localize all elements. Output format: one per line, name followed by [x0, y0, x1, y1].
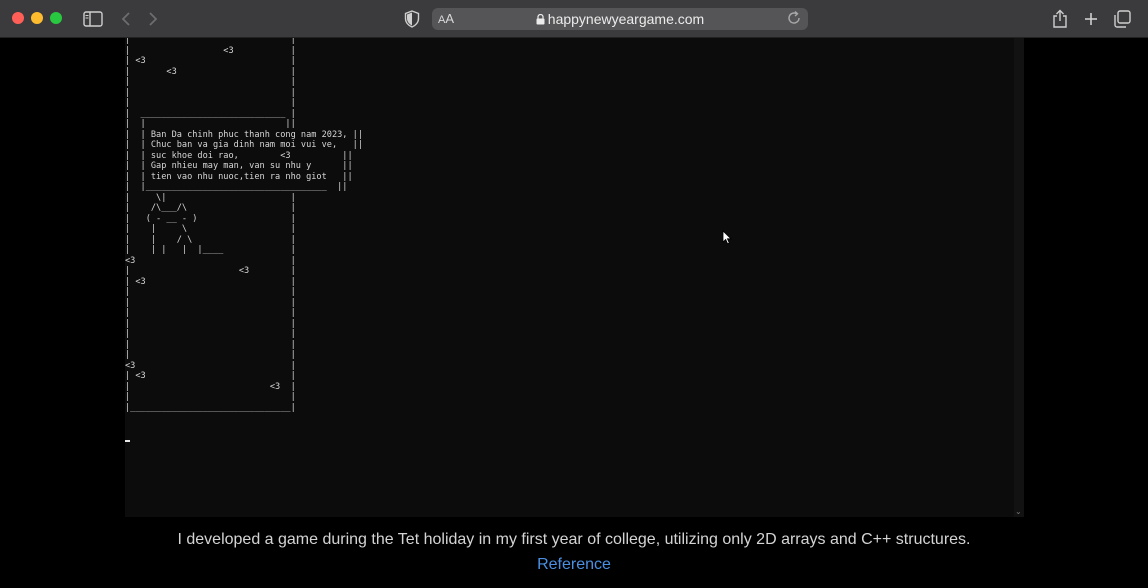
console-line: | <3 |	[125, 371, 296, 381]
console-line: | <3 |	[125, 56, 296, 66]
console-line: | |	[125, 98, 296, 108]
scroll-down-chevron-icon[interactable]: ⌄	[1015, 507, 1022, 517]
console-line: | |	[125, 318, 296, 329]
console-line: | <3 |	[125, 266, 296, 276]
console-line: | | suc khoe doi rao, <3 ||	[125, 150, 353, 161]
console-line: | |	[125, 329, 296, 339]
console-line: | <3 |	[125, 66, 296, 77]
ascii-art-display: | | | <3 | | <3 | | <3 | | | | | | | | _…	[125, 38, 363, 413]
zoom-window-button[interactable]	[50, 12, 62, 24]
console-line: | | Chuc ban va gia dinh nam moi vui ve,…	[125, 140, 363, 150]
console-line: | | | | |____ |	[125, 245, 296, 255]
project-description: I developed a game during the Tet holida…	[177, 531, 971, 548]
console-line: | /\___/\ |	[125, 203, 296, 213]
console-line: | <3 |	[125, 381, 296, 392]
console-scrollbar[interactable]: ⌄	[1014, 38, 1024, 517]
lock-icon	[536, 12, 545, 28]
console-line: | | tien vao nhu nuoc,tien ra nho giot |…	[125, 171, 353, 182]
console-line: | |	[125, 87, 296, 98]
console-line: | |	[125, 308, 296, 318]
tab-overview-icon[interactable]	[1112, 9, 1132, 29]
privacy-shield-icon[interactable]	[402, 9, 422, 29]
text-cursor	[125, 440, 130, 442]
console-line: | |	[125, 287, 296, 297]
console-line: | | ||	[125, 119, 296, 129]
console-line: | |	[125, 77, 296, 87]
console-line: | | \ |	[125, 224, 296, 234]
console-line: | ____________________________ |	[125, 108, 296, 119]
reload-icon[interactable]	[786, 10, 802, 31]
url-display: happynewyeargame.com	[432, 11, 808, 28]
url-text: happynewyeargame.com	[547, 11, 705, 27]
back-chevron-icon[interactable]	[118, 9, 134, 29]
forward-chevron-icon[interactable]	[145, 9, 161, 29]
mouse-pointer-icon	[722, 230, 732, 250]
close-window-button[interactable]	[12, 12, 24, 24]
sidebar-toggle-icon[interactable]	[82, 9, 104, 29]
console-line: | | Gap nhieu may man, van su nhu y ||	[125, 161, 353, 171]
console-line: | |	[125, 339, 296, 350]
console-line: | |	[125, 297, 296, 308]
console-line: | ( - __ - ) |	[125, 213, 296, 224]
console-line: | |	[125, 392, 296, 402]
address-bar[interactable]: AA happynewyeargame.com	[432, 8, 808, 30]
console-line: | | Ban Da chinh phuc thanh cong nam 202…	[125, 129, 363, 140]
minimize-window-button[interactable]	[31, 12, 43, 24]
console-line: | |	[125, 38, 296, 45]
console-line: | |___________________________________ |…	[125, 182, 348, 192]
console-line: | | / \ |	[125, 234, 296, 245]
game-console-embed[interactable]: | | | <3 | | <3 | | <3 | | | | | | | | _…	[125, 38, 1024, 517]
share-icon[interactable]	[1050, 9, 1070, 29]
browser-toolbar: AA happynewyeargame.com	[0, 0, 1148, 38]
new-tab-plus-icon[interactable]	[1081, 9, 1101, 29]
console-line: | <3 |	[125, 45, 296, 56]
console-line: <3 |	[125, 255, 296, 266]
console-line: |_______________________________|	[125, 402, 296, 413]
reference-link[interactable]: Reference	[0, 556, 1148, 574]
console-line: | <3 |	[125, 276, 296, 287]
console-line: <3 |	[125, 360, 296, 371]
console-line: | |	[125, 350, 296, 360]
console-line: | \| |	[125, 192, 296, 203]
